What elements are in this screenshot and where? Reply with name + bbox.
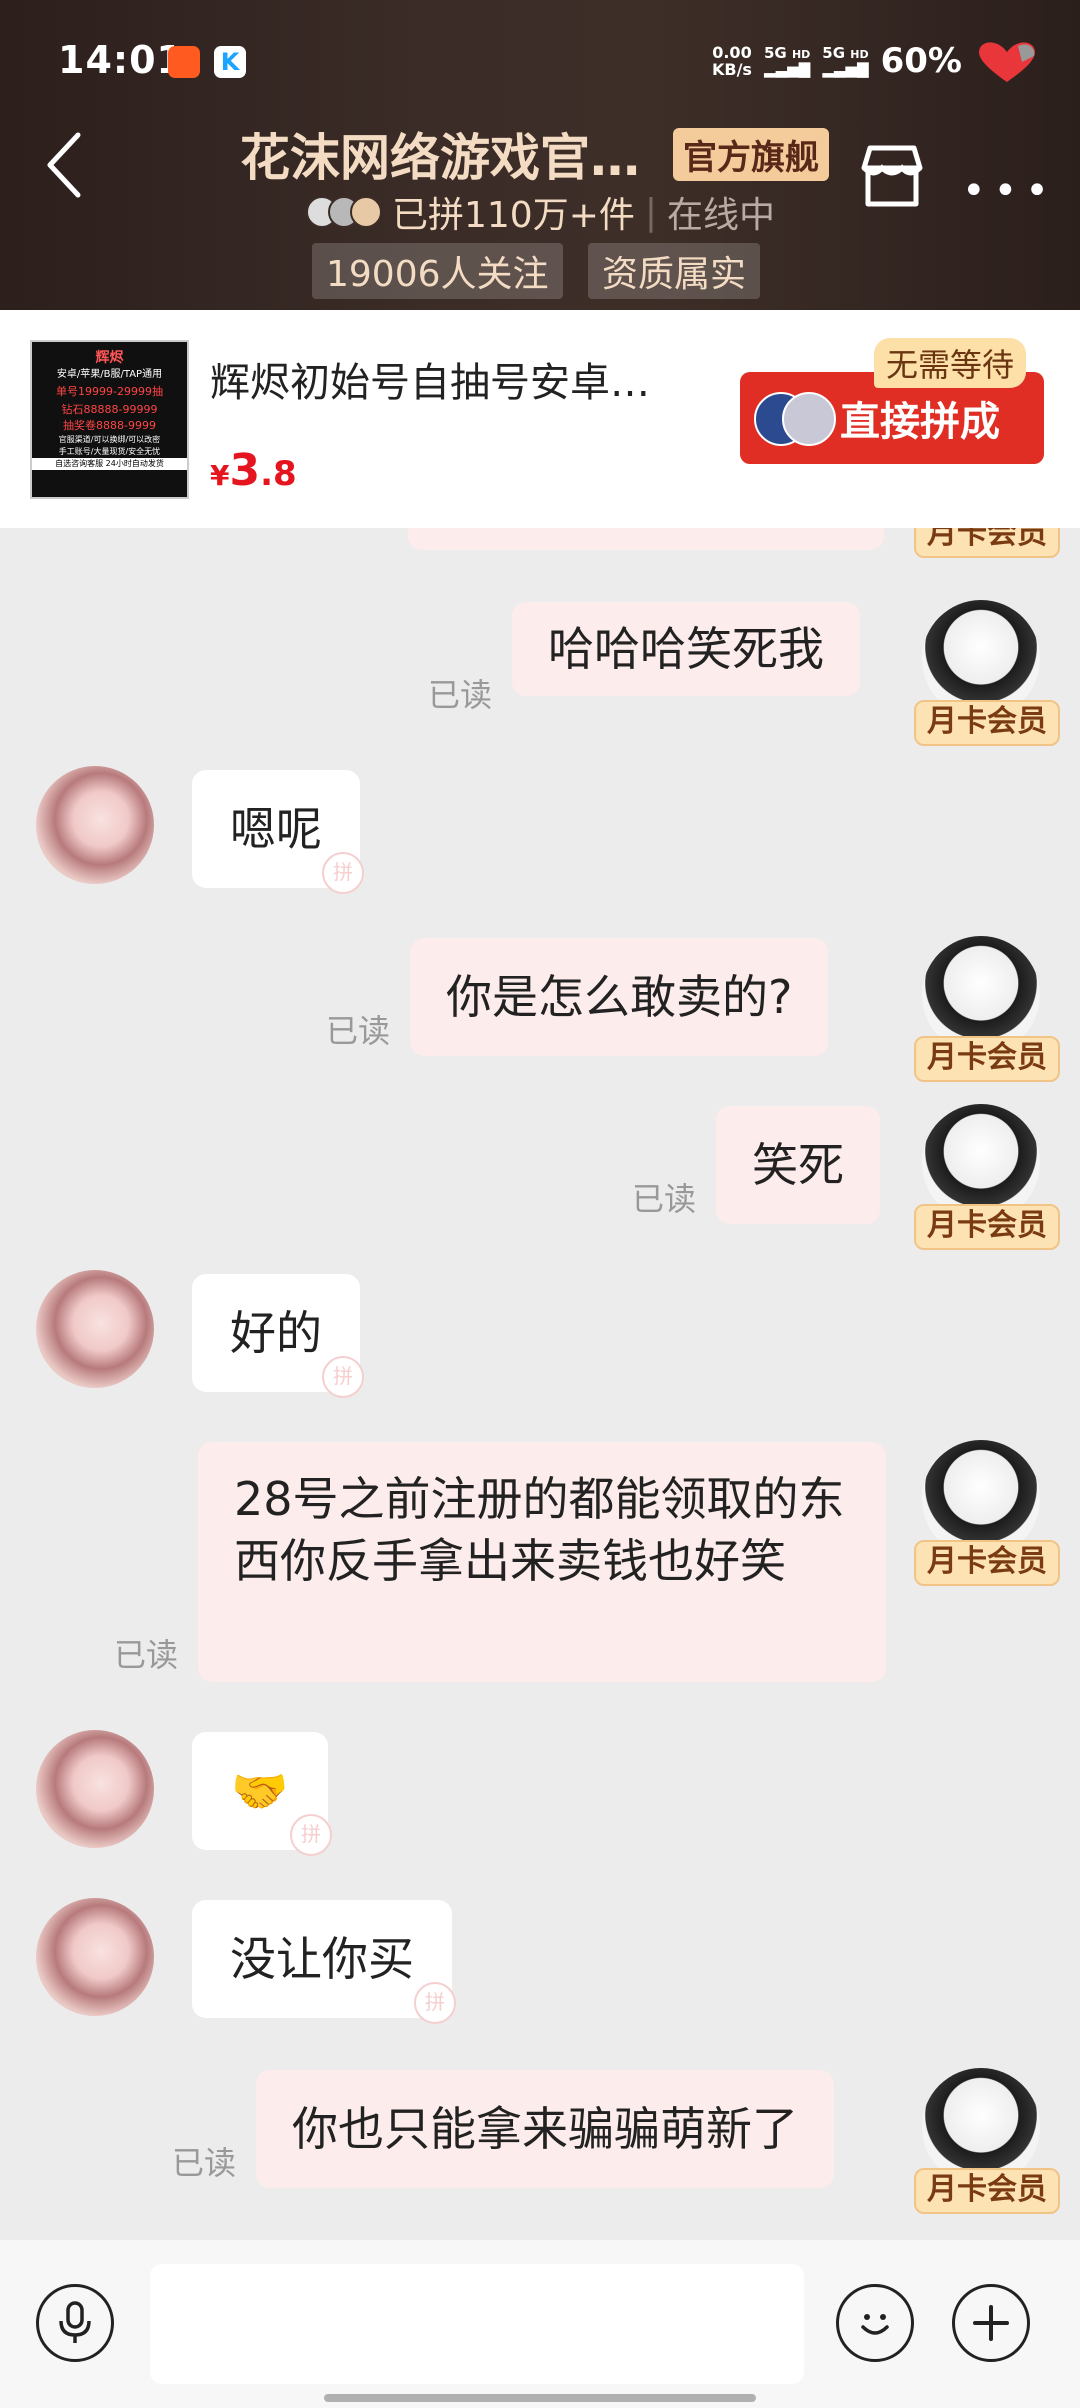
message-text: 笑死 (752, 1138, 844, 1192)
store-icon[interactable] (856, 140, 928, 212)
network-speed-value: 0.00 (712, 43, 752, 62)
message-text: 你是怎么敢卖的? (446, 970, 793, 1024)
status-right: 0.00 KB/s 5G HD ▂▃▅▇ 5G HD ▂▃▅▇ 60% (712, 38, 1040, 84)
more-actions-button[interactable] (952, 2284, 1030, 2362)
vip-badge: 月卡会员 (914, 700, 1060, 746)
message-text: 28号之前注册的都能领取的东西你反手拿出来卖钱也好笑 (234, 1472, 845, 1588)
signal-2-hd: HD (850, 47, 869, 61)
heart-battery-icon (979, 42, 1035, 82)
sold-count: 已拼110万+件 (392, 195, 635, 236)
message-bubble-outgoing[interactable]: 笑死 (716, 1106, 880, 1224)
message-bubble-incoming[interactable]: 🤝 拼 (192, 1732, 332, 1856)
signal-bars-icon: ▂▃▅▇ (764, 59, 811, 78)
emoji-button[interactable] (836, 2284, 914, 2362)
more-options-icon[interactable]: ••• (962, 168, 1057, 214)
input-bar (0, 2240, 1080, 2408)
microphone-icon (59, 2301, 91, 2343)
vip-badge: 月卡会员 (914, 1204, 1060, 1250)
status-bar: 14:01 K 0.00 KB/s 5G HD ▂▃▅▇ 5G HD ▂▃▅▇ … (0, 0, 1080, 120)
currency: ¥ (210, 459, 230, 492)
chat-history[interactable]: 月卡会员 已读 哈哈哈笑死我 月卡会员 嗯呢 拼 已读 你是怎么敢卖的? 月卡会… (0, 528, 1080, 2240)
thumb-line: 辉烬 (95, 350, 124, 366)
message-bubble-outgoing[interactable]: 哈哈哈笑死我 (512, 602, 860, 696)
shop-stats: 已拼110万+件 | 在线中 (306, 186, 775, 238)
group-avatars (754, 390, 836, 446)
no-wait-tag: 无需等待 (874, 338, 1027, 388)
product-title[interactable]: 辉烬初始号自抽号安卓… (210, 350, 650, 408)
flagship-badge: 官方旗舰 (673, 128, 829, 181)
pdd-watermark-icon: 拼 (322, 852, 364, 894)
voice-input-button[interactable] (36, 2284, 114, 2362)
back-arrow-icon[interactable] (36, 125, 96, 205)
read-receipt: 已读 (172, 2144, 237, 2182)
buy-now-label: 直接拼成 (840, 399, 1000, 445)
signal-2-type: 5G (822, 43, 846, 62)
seller-avatar[interactable] (36, 766, 154, 884)
pdd-watermark-icon: 拼 (414, 1982, 456, 2024)
signal-1-type: 5G (763, 43, 787, 62)
product-card[interactable]: 辉烬 安卓/苹果/B服/TAP通用 单号19999-29999抽 钻石88888… (0, 310, 1080, 528)
read-receipt: 已读 (326, 1012, 391, 1050)
message-text: 你也只能拿来骗骗萌新了 (292, 2102, 798, 2156)
network-speed: 0.00 KB/s (712, 44, 752, 78)
message-bubble-partial (408, 528, 884, 550)
message-input[interactable] (150, 2264, 804, 2384)
read-receipt: 已读 (114, 1636, 179, 1674)
handshake-emoji: 🤝 (231, 1764, 289, 1818)
divider: | (644, 191, 658, 233)
price-dec: .8 (260, 454, 297, 494)
thumb-line: 抽奖卷8888-9999 (63, 419, 156, 432)
group-avatar (782, 392, 836, 446)
thumb-line: 自选咨询客服 24小时自动发货 (32, 458, 187, 470)
message-bubble-incoming[interactable]: 好的 拼 (192, 1274, 364, 1398)
thumb-line: 单号19999-29999抽 (56, 385, 163, 398)
message-bubble-outgoing[interactable]: 你也只能拿来骗骗萌新了 (256, 2070, 834, 2188)
shop-name[interactable]: 花沫网络游戏官… (240, 118, 640, 190)
home-indicator[interactable] (324, 2394, 756, 2402)
battery-percent: 60% (880, 41, 962, 81)
network-speed-unit: KB/s (711, 60, 752, 79)
buyer-avatar (350, 196, 382, 228)
message-text: 嗯呢 (230, 802, 322, 856)
message-bubble-outgoing[interactable]: 你是怎么敢卖的? (410, 938, 829, 1056)
signal-1: 5G HD ▂▃▅▇ (763, 43, 811, 78)
online-status: 在线中 (667, 195, 776, 236)
vip-badge: 月卡会员 (914, 1540, 1060, 1586)
verified-tag: 资质属实 (588, 243, 761, 299)
buyer-avatars (306, 196, 382, 228)
thumb-line: 钻石88888-99999 (61, 403, 158, 416)
message-bubble-outgoing[interactable]: 28号之前注册的都能领取的东西你反手拿出来卖钱也好笑 (198, 1442, 886, 1682)
pdd-watermark-icon: 拼 (290, 1814, 332, 1856)
vip-badge: 月卡会员 (914, 2168, 1060, 2214)
notification-app-icon (168, 46, 200, 78)
seller-avatar[interactable] (36, 1730, 154, 1848)
smiley-icon (861, 2314, 889, 2335)
message-bubble-incoming[interactable]: 嗯呢 拼 (192, 770, 364, 894)
thumb-line: 安卓/苹果/B服/TAP通用 (56, 369, 163, 380)
signal-2: 5G HD ▂▃▅▇ (822, 43, 869, 78)
followers-tag: 19006人关注 (312, 243, 563, 299)
clock: 14:01 (58, 38, 184, 82)
message-text: 好的 (230, 1306, 322, 1360)
thumb-line: 手工账号/大量现货/安全无忧 (58, 447, 161, 456)
product-thumbnail[interactable]: 辉烬 安卓/苹果/B服/TAP通用 单号19999-29999抽 钻石88888… (30, 340, 189, 499)
thumb-line: 官服渠道/可以换绑/可以改密 (58, 435, 161, 444)
message-bubble-incoming[interactable]: 没让你买 拼 (192, 1900, 456, 2024)
seller-avatar[interactable] (36, 1898, 154, 2016)
plus-icon (973, 2305, 1009, 2341)
signal-bars-icon: ▂▃▅▇ (822, 59, 869, 78)
price-int: 3 (229, 445, 261, 496)
read-receipt: 已读 (632, 1180, 697, 1218)
notification-app-icon-k: K (214, 46, 246, 78)
signal-1-hd: HD (791, 47, 811, 61)
chat-header: 14:01 K 0.00 KB/s 5G HD ▂▃▅▇ 5G HD ▂▃▅▇ … (0, 0, 1080, 310)
pdd-watermark-icon: 拼 (322, 1356, 364, 1398)
read-receipt: 已读 (428, 676, 493, 714)
vip-badge: 月卡会员 (914, 528, 1060, 558)
seller-avatar[interactable] (36, 1270, 154, 1388)
message-text: 哈哈哈笑死我 (548, 622, 824, 676)
vip-badge: 月卡会员 (914, 1036, 1060, 1082)
product-price: ¥3.8 (210, 445, 297, 496)
message-text: 没让你买 (230, 1932, 414, 1986)
